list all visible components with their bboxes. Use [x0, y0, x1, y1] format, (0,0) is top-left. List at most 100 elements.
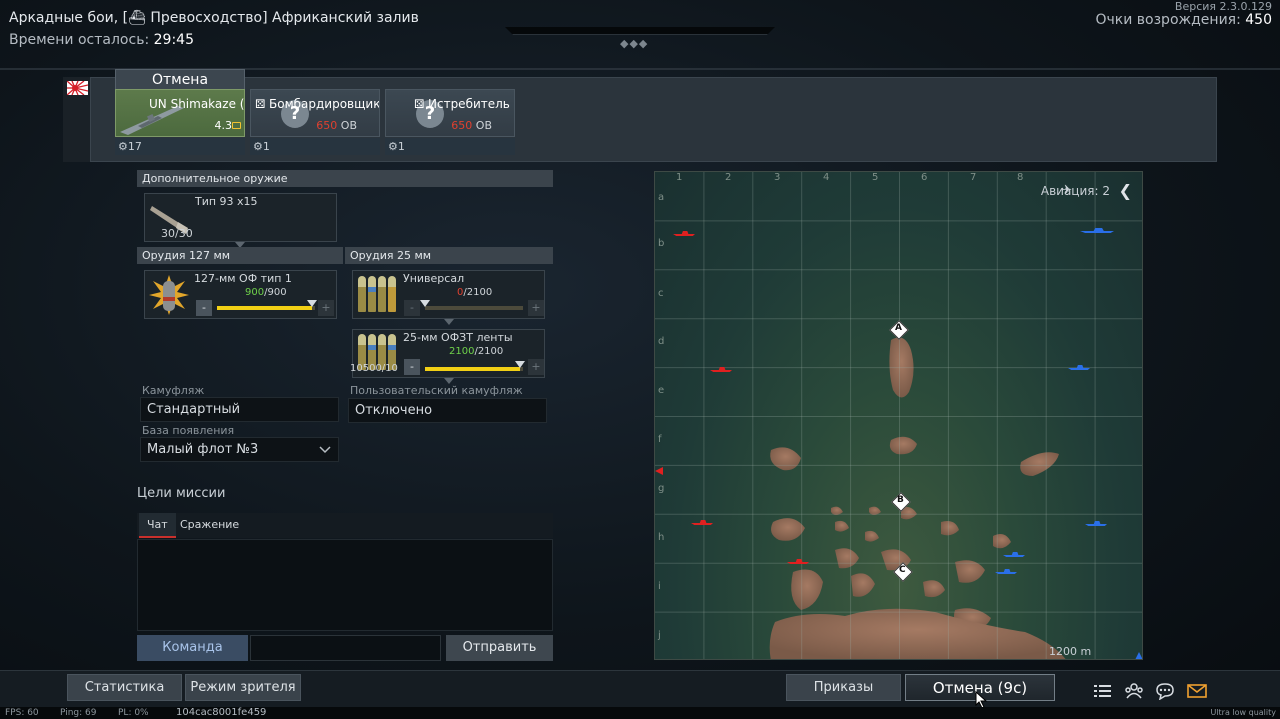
orders-button[interactable]: Приказы: [786, 674, 901, 701]
status-bar: FPS: 60 Ping: 69 PL: 0% 104cac8001fe459 …: [0, 707, 1280, 719]
custom-camo-select[interactable]: Отключено: [348, 398, 547, 423]
spawn-base-label: База появления: [142, 424, 235, 437]
dice-icon: ⚄: [255, 97, 266, 111]
grid-row-label: c: [658, 288, 664, 299]
chat-icon[interactable]: [1155, 682, 1175, 700]
ammo-slider[interactable]: [425, 361, 526, 371]
squad-icon[interactable]: [1124, 682, 1144, 700]
torpedo-name: Тип 93 x15: [195, 195, 258, 208]
grid-row-label: d: [658, 336, 665, 347]
map-scale: 1200 m: [1049, 645, 1092, 658]
grid-row-label: j: [658, 630, 661, 641]
statistics-button[interactable]: Статистика: [67, 674, 182, 701]
ammo-25-universal[interactable]: Универсал 0/2100 - +: [352, 270, 545, 319]
list-icon[interactable]: [1093, 682, 1113, 700]
shell-icon: [388, 276, 396, 312]
grid-row-label: g: [658, 483, 665, 494]
shell-icon: [378, 276, 386, 312]
send-button[interactable]: Отправить: [446, 635, 553, 661]
tab-chat[interactable]: Чат: [139, 513, 176, 538]
vehicle-slot-bomber[interactable]: ? ⚄ Бомбардировщик (2) 650 ОВ: [250, 89, 380, 137]
ally-aircraft-marker: [1135, 652, 1142, 659]
cancel-selection-tab[interactable]: Отмена: [115, 69, 245, 89]
packet-loss-readout: PL: 0%: [118, 708, 149, 718]
time-remaining: Времени осталось: 29:45: [9, 32, 194, 48]
team-channel-button[interactable]: Команда: [137, 635, 248, 661]
battle-rating: 4.3: [214, 119, 233, 132]
spawn-base-value: Малый флот №3: [147, 442, 259, 457]
increase-button[interactable]: +: [528, 300, 544, 316]
shell-icon: [358, 276, 366, 312]
ammo-slider-fill: [425, 367, 521, 371]
enemy-aircraft-marker: [655, 467, 663, 475]
vehicle-slot-crew: ⚙1: [385, 138, 515, 155]
quality-label: Ultra low quality: [1210, 708, 1276, 717]
decrease-button[interactable]: -: [196, 300, 212, 316]
grid-col-label: 3: [774, 172, 781, 183]
ammo-slider-knob[interactable]: [515, 361, 526, 368]
ammo-count: 0/2100: [457, 287, 493, 298]
chat-log[interactable]: [137, 539, 553, 631]
minimap-canvas: [655, 172, 1142, 659]
mission-goals-title[interactable]: Цели миссии: [137, 486, 225, 501]
total-ammo: 10500/10: [350, 363, 398, 374]
ammo-slider[interactable]: [217, 300, 318, 310]
respawn-value: 450: [1245, 12, 1272, 28]
chat-input[interactable]: [250, 635, 441, 661]
crew-icon: ⚙: [253, 140, 263, 153]
grid-col-label: 6: [921, 172, 928, 183]
japan-navy-flag-icon: [67, 81, 88, 95]
ammo-count: 900/900: [245, 287, 287, 298]
spectator-mode-button[interactable]: Режим зрителя: [185, 674, 301, 701]
ammo-25-ofzt[interactable]: 25-мм ОФЗТ ленты 2100/2100 10500/10 - +: [350, 329, 545, 378]
crew-icon: ⚙: [118, 140, 128, 153]
ammo-count: 2100/2100: [449, 346, 504, 357]
grid-col-label: 8: [1017, 172, 1024, 183]
chevron-left-icon[interactable]: ❮: [1119, 181, 1132, 200]
capture-point-a-label: A: [895, 323, 902, 333]
gun-25-header: Орудия 25 мм: [345, 247, 553, 264]
spawn-cost: 650 ОВ: [316, 119, 357, 132]
grid-col-label: 2: [725, 172, 732, 183]
tab-battle[interactable]: Сражение: [172, 513, 247, 538]
increase-button[interactable]: +: [318, 300, 334, 316]
custom-camo-label: Пользовательский камуфляж: [350, 384, 523, 397]
mail-icon[interactable]: [1187, 682, 1207, 700]
minimap[interactable]: 1 2 3 4 5 6 7 8 a b c d e f g h i j A B …: [654, 171, 1143, 660]
fps-readout: FPS: 60: [5, 708, 39, 718]
increase-button[interactable]: +: [528, 359, 544, 375]
vehicle-slot-crew: ⚙1: [250, 138, 380, 155]
camo-label: Камуфляж: [142, 384, 205, 397]
vehicle-slot-name: Бомбардировщик (2): [269, 97, 380, 111]
grid-row-label: h: [658, 532, 665, 543]
ammo-127-of[interactable]: 127-мм ОФ тип 1 900/900 - +: [144, 270, 337, 319]
shell-icon: [368, 276, 376, 312]
vehicle-slot-fighter[interactable]: ? ⚄ Истребитель (2) 650 ОВ: [385, 89, 515, 137]
ping-readout: Ping: 69: [60, 708, 97, 718]
capture-point-c-label: C: [899, 565, 906, 575]
ammo-slider-knob[interactable]: [420, 300, 430, 307]
vehicle-slot-shimakaze[interactable]: UN Shimakaze (3) 4.3: [115, 89, 245, 137]
chat-tabs: Чат Сражение: [137, 513, 553, 538]
ammo-slider-knob[interactable]: [307, 300, 318, 307]
objective-dots: ◆◆◆: [620, 37, 649, 50]
rank-icon: [232, 122, 241, 129]
grid-col-label: 7: [970, 172, 977, 183]
ammo-name: Универсал: [403, 272, 465, 285]
vehicle-slot-name: UN Shimakaze (3): [149, 97, 245, 111]
grid-row-label: e: [658, 385, 665, 396]
grid-row-label: b: [658, 238, 665, 249]
torpedo-slot[interactable]: Тип 93 x15 30/30: [144, 193, 337, 242]
ammo-slider[interactable]: [420, 300, 523, 310]
time-label: Времени осталось:: [9, 32, 150, 48]
camo-select[interactable]: Стандартный: [140, 397, 339, 422]
grid-col-label: 4: [823, 172, 830, 183]
respawn-points: Очки возрождения: 450: [1096, 12, 1273, 28]
torpedo-count: 30/30: [161, 227, 193, 240]
grid-col-label: 1: [676, 172, 683, 183]
spawn-base-select[interactable]: Малый флот №3: [140, 437, 339, 462]
decrease-button[interactable]: -: [404, 300, 420, 316]
decrease-button[interactable]: -: [404, 359, 420, 375]
crew-icon: ⚙: [388, 140, 398, 153]
capture-point-b-label: B: [897, 495, 904, 505]
